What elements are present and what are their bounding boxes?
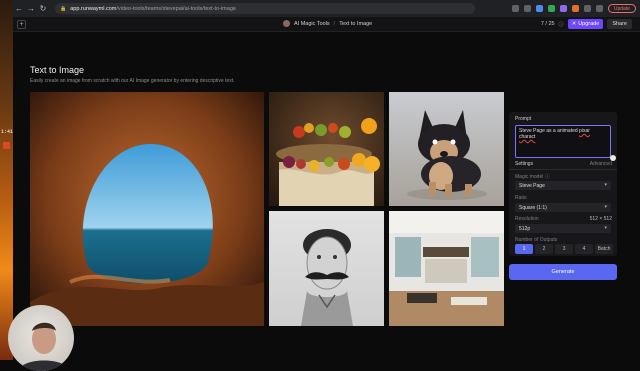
magic-model-select[interactable]: Steve Page ▾ xyxy=(515,181,611,190)
prompt-label: Prompt xyxy=(515,116,532,122)
output-option[interactable]: 1 xyxy=(515,244,533,254)
prompt-misspelled-word: pixar xyxy=(579,128,590,134)
ratio-value: Square (1:1) xyxy=(519,204,547,211)
chevron-down-icon: ▾ xyxy=(604,204,607,210)
ratio-select[interactable]: Square (1:1) ▾ xyxy=(515,203,611,212)
reload-icon[interactable]: ↻ xyxy=(37,3,49,15)
resolution-size: 512 × 512 xyxy=(589,216,612,222)
output-option[interactable]: 4 xyxy=(575,244,593,254)
resolution-label: Resolution xyxy=(515,216,539,222)
prompt-misspelled-word: charact xyxy=(519,134,536,140)
generated-image-cave[interactable] xyxy=(30,92,264,326)
generated-image-dog[interactable] xyxy=(389,92,504,206)
desktop-icon[interactable] xyxy=(3,142,10,149)
prompt-input[interactable]: Steve Page as a animated pixar charact xyxy=(515,125,611,158)
advanced-toggle[interactable]: Advanced xyxy=(590,161,612,167)
credits-counter: 7 / 25 xyxy=(540,21,555,27)
puzzle-icon[interactable] xyxy=(583,5,591,12)
page-title: Text to Image xyxy=(30,65,85,75)
profile-icon[interactable] xyxy=(595,5,603,12)
forward-icon[interactable]: → xyxy=(25,3,37,15)
webcam-overlay xyxy=(8,305,74,371)
upgrade-label: Upgrade xyxy=(578,21,600,27)
generated-image-interior[interactable] xyxy=(389,211,504,326)
breadcrumb: AI Magic Tools / Text to Image xyxy=(283,20,372,27)
lock-icon: 🔒 xyxy=(60,5,67,12)
breadcrumb-separator: / xyxy=(333,20,336,27)
share-button[interactable]: Share xyxy=(607,19,632,29)
add-icon[interactable]: + xyxy=(17,19,26,29)
magic-model-value: Steve Page xyxy=(519,182,545,189)
update-button[interactable]: Update xyxy=(607,4,636,13)
share-page-icon[interactable] xyxy=(511,5,519,12)
tool-avatar xyxy=(283,20,290,27)
wallpaper-label: 1:41 xyxy=(1,129,14,135)
chevron-down-icon: ▾ xyxy=(604,225,607,231)
url-host: app.runwayml.com xyxy=(70,5,117,12)
generate-button[interactable]: Generate xyxy=(509,264,617,280)
breadcrumb-current: Text to Image xyxy=(339,20,373,27)
upgrade-button[interactable]: ✕ Upgrade xyxy=(567,19,604,29)
address-bar[interactable]: 🔒 app.runwayml.com /video-tools/teams/st… xyxy=(55,3,475,14)
output-option[interactable]: 3 xyxy=(555,244,573,254)
extension-icon[interactable] xyxy=(547,5,555,12)
browser-toolbar: ← → ↻ 🔒 app.runwayml.com /video-tools/te… xyxy=(13,0,640,17)
page-subtitle: Easily create an image from scratch with… xyxy=(30,78,235,84)
extension-icon[interactable] xyxy=(571,5,579,12)
info-icon[interactable]: ⓘ xyxy=(545,174,550,180)
breadcrumb-parent[interactable]: AI Magic Tools xyxy=(294,21,330,27)
settings-panel: Prompt Steve Page as a animated pixar ch… xyxy=(509,112,617,256)
ratio-label: Ratio xyxy=(515,195,527,201)
generated-image-fruit[interactable] xyxy=(269,92,384,206)
settings-label: Settings xyxy=(515,161,534,167)
info-icon[interactable]: ⓘ xyxy=(559,21,564,28)
sparkle-icon: ✕ xyxy=(571,21,577,27)
output-option[interactable]: 2 xyxy=(535,244,553,254)
divider xyxy=(509,169,617,170)
outputs-selector: 1 2 3 4 Batch xyxy=(515,244,613,254)
extension-icon[interactable] xyxy=(559,5,567,12)
bookmark-icon[interactable] xyxy=(523,5,531,12)
desktop-wallpaper xyxy=(0,0,13,360)
generated-image-portrait[interactable] xyxy=(269,211,384,326)
url-path: /video-tools/teams/stevepai/ai-tools/tex… xyxy=(116,5,236,12)
outputs-label: Number of Outputs xyxy=(515,237,558,243)
app-header: + AI Magic Tools / Text to Image 7 / 25 … xyxy=(13,17,640,32)
resolution-value: 512p xyxy=(519,225,531,232)
back-icon[interactable]: ← xyxy=(13,3,25,15)
extension-icon[interactable] xyxy=(535,5,543,12)
chevron-down-icon: ▾ xyxy=(604,182,607,188)
output-option-batch[interactable]: Batch xyxy=(595,244,613,254)
magic-model-label: Magic model ⓘ xyxy=(515,174,550,180)
resolution-select[interactable]: 512p ▾ xyxy=(515,224,611,233)
